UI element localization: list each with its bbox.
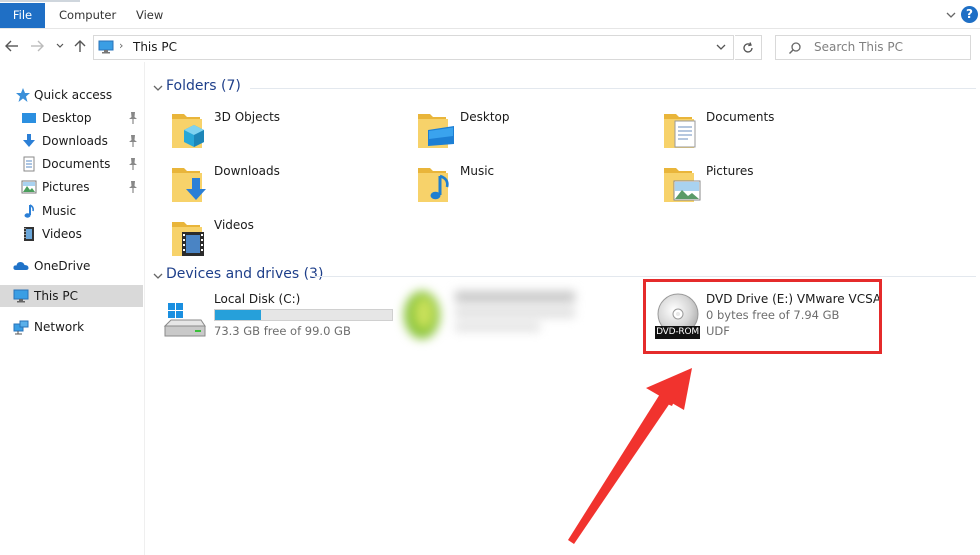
sidebar-item-videos[interactable]: Videos xyxy=(0,223,143,245)
cloud-icon xyxy=(13,262,29,270)
sidebar-item-label: Downloads xyxy=(42,134,108,148)
folder-desktop-icon xyxy=(418,114,454,148)
address-bar[interactable]: › This PC xyxy=(93,35,734,60)
window-top-edge xyxy=(0,0,80,2)
pictures-icon xyxy=(21,180,37,194)
sidebar-item-label: Desktop xyxy=(42,111,92,125)
music-icon xyxy=(24,204,34,218)
sidebar-item-label: Documents xyxy=(42,157,111,171)
tab-computer[interactable]: Computer xyxy=(59,4,116,27)
ribbon: File Computer View ? xyxy=(0,0,980,29)
folder-videos-icon xyxy=(172,222,204,256)
folder-name: Music xyxy=(460,164,495,178)
drive-tile-local-disk-c[interactable]: Local Disk (C:) 73.3 GB free of 99.0 GB xyxy=(163,290,398,350)
search-placeholder: Search This PC xyxy=(814,40,903,54)
network-icon xyxy=(13,320,29,335)
desktop-icon xyxy=(22,113,36,123)
group-divider xyxy=(312,276,976,277)
refresh-button[interactable] xyxy=(735,35,762,60)
drive-usage-fill xyxy=(215,310,262,320)
expand-ribbon-chevron-icon[interactable] xyxy=(944,8,958,22)
navigation-pane: Quick access Desktop Downloads Documents… xyxy=(0,62,145,555)
folder-name: Documents xyxy=(706,110,775,124)
search-icon xyxy=(789,42,801,54)
folder-3d-objects-icon xyxy=(172,114,204,148)
up-arrow-icon[interactable] xyxy=(71,38,89,56)
breadcrumb-this-pc[interactable]: This PC xyxy=(133,40,177,54)
group-title: Folders (7) xyxy=(166,78,241,94)
folder-name: Videos xyxy=(214,218,254,232)
star-icon xyxy=(16,88,30,102)
pin-icon xyxy=(129,135,137,147)
pin-icon xyxy=(129,181,137,193)
sidebar-item-label: OneDrive xyxy=(34,259,91,273)
drive-usage-bar xyxy=(214,309,393,321)
folder-documents-icon xyxy=(664,114,696,148)
folder-tile-pictures[interactable]: Pictures xyxy=(662,162,902,212)
sidebar-item-pictures[interactable]: Pictures xyxy=(0,176,143,198)
sidebar-item-onedrive[interactable]: OneDrive xyxy=(0,255,143,277)
refresh-icon xyxy=(743,42,753,53)
sidebar-item-network[interactable]: Network xyxy=(0,316,143,338)
tab-view[interactable]: View xyxy=(136,4,163,27)
folders-group-header[interactable]: Folders (7) xyxy=(150,78,976,98)
hard-drive-icon xyxy=(163,303,206,337)
folder-music-icon xyxy=(418,168,449,202)
sidebar-item-label: This PC xyxy=(34,289,78,303)
documents-icon xyxy=(23,156,35,172)
help-icon[interactable]: ? xyxy=(961,6,978,23)
group-divider xyxy=(250,88,976,89)
folder-tile-music[interactable]: Music xyxy=(416,162,656,212)
folder-tile-documents[interactable]: Documents xyxy=(662,108,902,158)
drive-free-space: 73.3 GB free of 99.0 GB xyxy=(214,324,351,338)
search-box[interactable]: Search This PC xyxy=(775,35,971,60)
computer-icon xyxy=(98,40,114,54)
collapse-chevron-icon[interactable] xyxy=(152,82,164,94)
group-title: Devices and drives (3) xyxy=(166,266,324,282)
recent-locations-chevron-icon[interactable] xyxy=(54,38,66,56)
drive-name: Local Disk (C:) xyxy=(214,292,301,306)
folder-pictures-icon xyxy=(664,168,701,202)
sidebar-item-label: Pictures xyxy=(42,180,90,194)
back-arrow-icon[interactable] xyxy=(3,38,21,56)
sidebar-item-music[interactable]: Music xyxy=(0,200,143,222)
redacted-drive-tile xyxy=(400,283,585,343)
pin-icon xyxy=(129,112,137,124)
sidebar-item-label: Music xyxy=(42,204,77,218)
folder-name: Desktop xyxy=(460,110,510,124)
folder-tile-downloads[interactable]: Downloads xyxy=(170,162,410,212)
sidebar-item-label: Network xyxy=(34,320,85,334)
pin-icon xyxy=(129,158,137,170)
folder-tile-videos[interactable]: Videos xyxy=(170,216,410,266)
download-icon xyxy=(23,134,35,147)
tab-file[interactable]: File xyxy=(0,3,45,28)
annotation-arrow-icon xyxy=(568,368,692,544)
computer-icon xyxy=(13,289,29,303)
videos-icon xyxy=(24,227,34,241)
sidebar-item-desktop[interactable]: Desktop xyxy=(0,107,143,129)
annotation-highlight-box xyxy=(643,279,882,354)
breadcrumb-separator: › xyxy=(119,39,124,52)
folder-name: Downloads xyxy=(214,164,280,178)
sidebar-item-this-pc[interactable]: This PC xyxy=(0,285,143,307)
forward-arrow-icon[interactable] xyxy=(28,38,46,56)
folder-tile-3d-objects[interactable]: 3D Objects xyxy=(170,108,410,158)
sidebar-item-quick-access[interactable]: Quick access xyxy=(0,84,143,106)
folder-name: 3D Objects xyxy=(214,110,281,124)
sidebar-item-label: Quick access xyxy=(34,88,113,102)
sidebar-item-label: Videos xyxy=(42,227,82,241)
sidebar-item-downloads[interactable]: Downloads xyxy=(0,130,143,152)
collapse-chevron-icon[interactable] xyxy=(152,270,164,282)
folder-name: Pictures xyxy=(706,164,754,178)
folder-downloads-icon xyxy=(172,168,206,202)
sidebar-item-documents[interactable]: Documents xyxy=(0,153,143,175)
folder-tile-desktop[interactable]: Desktop xyxy=(416,108,656,158)
address-dropdown-chevron-icon[interactable] xyxy=(715,41,727,53)
